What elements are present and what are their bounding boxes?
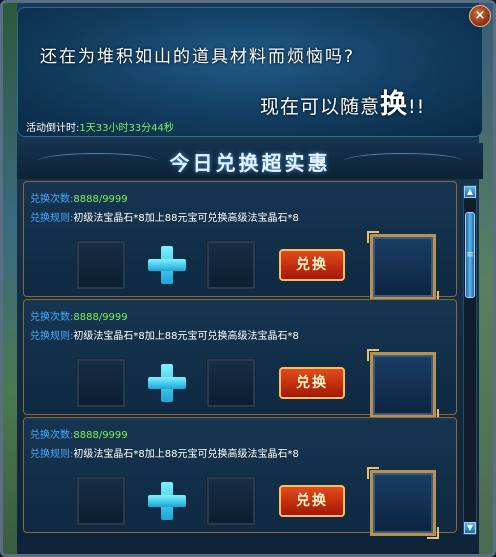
exchange-rule: 兑换规则:初级法宝晶石*8加上88元宝可兑换高级法宝晶石*8: [30, 209, 299, 224]
event-banner: 还在为堆积如山的道具材料而烦恼吗? 现在可以随意换!! 活动倒计时:1天33小时…: [17, 7, 483, 137]
exchange-rule-text: 初级法宝晶石*8加上88元宝可兑换高级法宝晶石*8: [73, 331, 299, 342]
material-slot-2[interactable]: [206, 358, 256, 408]
material-slot-1[interactable]: [76, 240, 126, 290]
exchange-count-label: 兑换次数:: [30, 430, 74, 441]
countdown-value: 1天33小时33分44秒: [79, 123, 174, 134]
exchange-rule-label: 兑换规则:: [30, 331, 74, 342]
material-slot-1[interactable]: [76, 476, 126, 526]
countdown-label: 活动倒计时:: [26, 123, 80, 134]
exchange-button[interactable]: 兑换: [279, 485, 345, 517]
exchange-item: 兑换次数:8888/9999 兑换规则:初级法宝晶石*8加上88元宝可兑换高级法…: [23, 181, 457, 303]
exchange-item: 兑换次数:8888/9999 兑换规则:初级法宝晶石*8加上88元宝可兑换高级法…: [23, 299, 457, 421]
background-left-art: [3, 3, 17, 554]
exchange-rule: 兑换规则:初级法宝晶石*8加上88元宝可兑换高级法宝晶石*8: [30, 445, 299, 460]
exchange-count-label: 兑换次数:: [30, 194, 74, 205]
arrow-up-icon[interactable]: ▲: [464, 186, 476, 198]
exchange-count-value: 8888/9999: [73, 430, 128, 441]
exchange-count-value: 8888/9999: [73, 194, 128, 205]
exchange-button[interactable]: 兑换: [279, 367, 345, 399]
exchange-rule-label: 兑换规则:: [30, 213, 74, 224]
scrollbar-thumb[interactable]: ≡: [465, 212, 475, 298]
exchange-rule-label: 兑换规则:: [30, 449, 74, 460]
exchange-count: 兑换次数:8888/9999: [30, 190, 128, 205]
exchange-count: 兑换次数:8888/9999: [30, 308, 128, 323]
material-slot-1[interactable]: [76, 358, 126, 408]
plus-icon: [146, 480, 188, 522]
scrollbar[interactable]: ▲ ≡ ▼: [463, 185, 477, 535]
banner-tagline-prefix: 现在可以随意: [260, 96, 381, 118]
plus-icon: [146, 244, 188, 286]
exchange-list: 兑换次数:8888/9999 兑换规则:初级法宝晶石*8加上88元宝可兑换高级法…: [23, 179, 459, 539]
exchange-rule: 兑换规则:初级法宝晶石*8加上88元宝可兑换高级法宝晶石*8: [30, 327, 299, 342]
exchange-button[interactable]: 兑换: [279, 249, 345, 281]
material-slot-2[interactable]: [206, 240, 256, 290]
arrow-down-icon[interactable]: ▼: [464, 522, 476, 534]
banner-tagline-emphasis: 换: [380, 89, 409, 120]
exchange-rule-text: 初级法宝晶石*8加上88元宝可兑换高级法宝晶石*8: [73, 449, 299, 460]
exchange-count-value: 8888/9999: [73, 312, 128, 323]
banner-headline: 还在为堆积如山的道具材料而烦恼吗?: [40, 47, 356, 67]
countdown-timer: 活动倒计时:1天33小时33分44秒: [26, 119, 174, 134]
close-icon: ×: [474, 8, 486, 23]
material-slot-2[interactable]: [206, 476, 256, 526]
banner-tagline: 现在可以随意换!!: [260, 82, 425, 121]
section-title: 今日兑换超实惠: [169, 151, 331, 175]
section-header: 今日兑换超实惠: [17, 143, 483, 179]
reward-slot[interactable]: [367, 467, 439, 539]
close-button[interactable]: ×: [469, 5, 491, 27]
reward-slot[interactable]: [367, 231, 439, 303]
plus-icon: [146, 362, 188, 404]
banner-tagline-suffix: !!: [408, 96, 426, 118]
exchange-rule-text: 初级法宝晶石*8加上88元宝可兑换高级法宝晶石*8: [73, 213, 299, 224]
exchange-window: 还在为堆积如山的道具材料而烦恼吗? 现在可以随意换!! 活动倒计时:1天33小时…: [0, 0, 496, 557]
exchange-count-label: 兑换次数:: [30, 312, 74, 323]
exchange-count: 兑换次数:8888/9999: [30, 426, 128, 441]
reward-slot[interactable]: [367, 349, 439, 421]
exchange-item: 兑换次数:8888/9999 兑换规则:初级法宝晶石*8加上88元宝可兑换高级法…: [23, 417, 457, 539]
